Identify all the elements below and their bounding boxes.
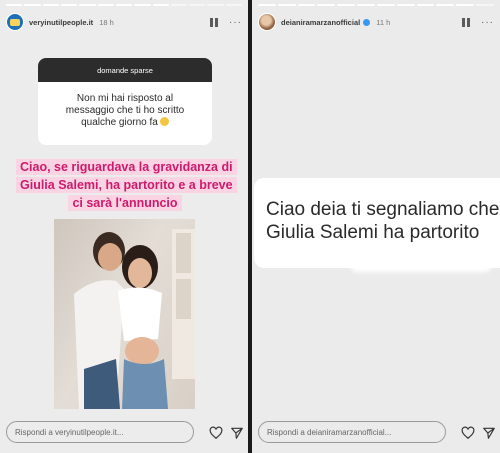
story-header: deianiramarzanofficial 11 h ··· (258, 11, 494, 33)
story-left[interactable]: veryinutilpeople.it 18 h ··· domande spa… (0, 0, 248, 453)
story-header: veryinutilpeople.it 18 h ··· (6, 11, 242, 33)
answer-text: Ciao, se riguardava la gravidanza di Giu… (16, 159, 237, 211)
question-text-wrap: Non mi hai risposto al messaggio che ti … (38, 82, 212, 129)
heart-icon[interactable] (208, 425, 224, 441)
pleading-face-icon (159, 117, 169, 126)
heart-icon[interactable] (460, 425, 476, 441)
couple-photo (54, 219, 195, 409)
message-screenshot: Ciao deia ti segnaliamo che Giulia Salem… (254, 178, 500, 272)
avatar[interactable] (6, 13, 24, 31)
more-icon[interactable]: ··· (481, 17, 494, 27)
send-icon[interactable] (481, 425, 497, 441)
reply-input[interactable]: Rispondi a deianiramarzanofficial... (258, 421, 446, 443)
redaction-smudge (351, 248, 491, 272)
answer-caption: Ciao, se riguardava la gravidanza di Giu… (16, 158, 237, 212)
story-progress-bar (6, 4, 243, 6)
more-icon[interactable]: ··· (229, 17, 242, 27)
question-header: domande sparse (38, 58, 212, 82)
post-time: 11 h (376, 17, 391, 27)
avatar[interactable] (258, 13, 276, 31)
message-text: Ciao deia ti segnaliamo che Giulia Salem… (266, 199, 500, 243)
question-sticker: domande sparse Non mi hai risposto al me… (38, 58, 212, 145)
reply-placeholder: Rispondi a veryinutilpeople.it... (15, 427, 124, 437)
reply-input[interactable]: Rispondi a veryinutilpeople.it... (6, 421, 194, 443)
pause-icon[interactable] (210, 17, 219, 27)
post-time: 18 h (99, 17, 114, 27)
verified-icon (363, 18, 371, 26)
send-icon[interactable] (229, 425, 245, 441)
username[interactable]: deianiramarzanofficial (281, 18, 360, 27)
pause-icon[interactable] (462, 17, 471, 27)
username[interactable]: veryinutilpeople.it (29, 18, 93, 27)
story-progress-bar (258, 4, 494, 6)
reply-placeholder: Rispondi a deianiramarzanofficial... (267, 427, 392, 437)
